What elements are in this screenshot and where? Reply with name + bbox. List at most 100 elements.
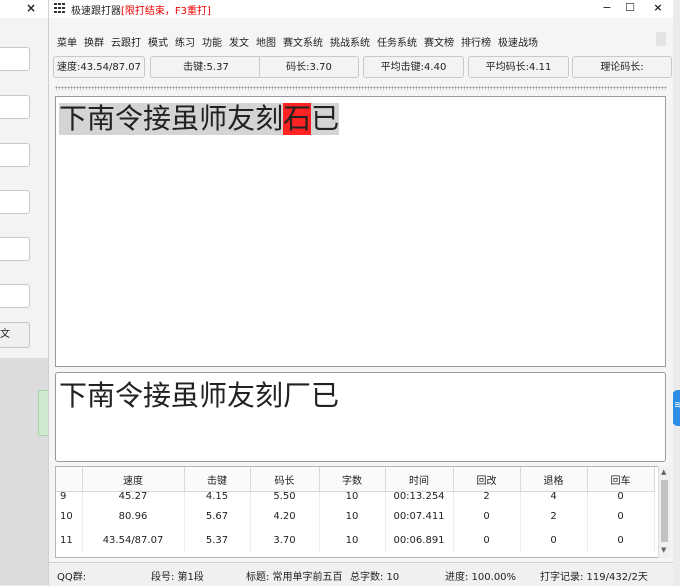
target-char: 刻 (255, 102, 284, 135)
scroll-thumb[interactable] (661, 480, 668, 542)
cell-speed: 80.96 (82, 504, 185, 528)
window-title-hint: [限打结束，F3重打] (121, 6, 211, 17)
cell-enter: 0 (587, 491, 655, 504)
target-char: 下 (59, 102, 88, 135)
stat-keystroke[interactable]: 击键:5.37 (150, 56, 262, 78)
cell-keystroke: 4.15 (184, 491, 251, 504)
cell-time: 00:06.891 (385, 528, 454, 552)
table-row[interactable]: 11 43.54/87.07 5.37 3.70 10 00:06.891 0 … (56, 528, 655, 552)
menu-item-functions[interactable]: 功能 (202, 38, 222, 49)
status-title: 标题: 常用单字前五百 (246, 572, 343, 583)
stat-theory-code-length[interactable]: 理论码长: (572, 56, 672, 78)
menu-item-race-ranking[interactable]: 赛文榜 (424, 38, 454, 49)
background-window: × 文 (0, 0, 49, 358)
cell-backspace: 2 (520, 504, 588, 528)
target-char: 接 (143, 102, 172, 135)
target-char-error: 石 (283, 102, 312, 135)
menu-item-task-system[interactable]: 任务系统 (377, 38, 417, 49)
target-text: 下南令接虽师友刻石已 (59, 102, 340, 135)
table-scrollbar[interactable]: ▲ ▼ (658, 466, 671, 558)
cell-keystroke: 5.67 (184, 504, 251, 528)
menu-item-send-text[interactable]: 发文 (229, 38, 249, 49)
status-progress: 进度: 100.00% (445, 572, 517, 583)
background-input-5[interactable] (0, 237, 30, 261)
menu-item-switch-group[interactable]: 换群 (84, 38, 104, 49)
table-row[interactable]: 10 80.96 5.67 4.20 10 00:07.411 0 2 0 (56, 504, 655, 528)
menu-item-mode[interactable]: 模式 (148, 38, 168, 49)
cell-index: 9 (56, 491, 83, 504)
status-record: 打字记录: 119/432/2天 (540, 572, 648, 583)
column-header-index[interactable] (56, 467, 83, 492)
typed-text[interactable]: 下南令接虽师友刻厂已 (59, 379, 339, 413)
side-floating-tab[interactable]: ≋ (672, 390, 680, 426)
menu-item-race-system[interactable]: 赛文系统 (283, 38, 323, 49)
column-header-time[interactable]: 时间 (385, 467, 454, 492)
stat-speed[interactable]: 速度:43.54/87.07 (53, 56, 145, 78)
background-input-6[interactable] (0, 284, 30, 308)
close-icon[interactable]: × (645, 0, 671, 16)
menu-item-cloud-follow[interactable]: 云跟打 (111, 38, 141, 49)
column-header-revisions[interactable]: 回改 (453, 467, 521, 492)
cell-char-count: 10 (319, 528, 386, 552)
cell-revisions: 0 (453, 504, 521, 528)
menu-item-speed-battle[interactable]: 极速战场 (498, 38, 538, 49)
wifi-icon: ≋ (674, 400, 680, 411)
status-bar: QQ群: 段号: 第1段 标题: 常用单字前五百 总字数: 10 进度: 100… (49, 562, 673, 586)
background-input-1[interactable] (0, 47, 30, 71)
typing-input-panel[interactable]: 下南令接虽师友刻厂已 (55, 372, 666, 462)
cell-revisions: 0 (453, 528, 521, 552)
cell-backspace: 0 (520, 528, 588, 552)
menu-scroll-handle[interactable] (656, 32, 666, 46)
cell-char-count: 10 (319, 504, 386, 528)
target-char: 令 (115, 102, 144, 135)
table-header-row: 速度 击键 码长 字数 时间 回改 退格 回车 (56, 467, 655, 492)
menu-item-practice[interactable]: 练习 (175, 38, 195, 49)
target-char: 已 (311, 102, 340, 135)
column-header-backspace[interactable]: 退格 (520, 467, 588, 492)
background-button[interactable]: 文 (0, 322, 30, 348)
background-input-3[interactable] (0, 143, 30, 167)
cell-code-length: 4.20 (250, 504, 320, 528)
cell-code-length: 3.70 (250, 528, 320, 552)
background-titlebar: × (0, 0, 48, 18)
typing-app-window: 极速跟打器[限打结束，F3重打] − ☐ × 菜单 换群 云跟打 模式 练习 功能 发文 地图… (48, 0, 673, 586)
cell-code-length: 5.50 (250, 491, 320, 504)
results-table: 速度 击键 码长 字数 时间 回改 退格 回车 9 45.27 4.15 5.5… (55, 466, 666, 558)
column-header-code-length[interactable]: 码长 (250, 467, 320, 492)
cell-index: 11 (56, 528, 83, 552)
stat-avg-keystroke[interactable]: 平均击键:4.40 (363, 56, 464, 78)
column-header-speed[interactable]: 速度 (82, 467, 185, 492)
window-title: 极速跟打器[限打结束，F3重打] (71, 2, 211, 17)
cell-char-count: 10 (319, 491, 386, 504)
column-header-keystroke[interactable]: 击键 (184, 467, 251, 492)
maximize-icon[interactable]: ☐ (617, 0, 643, 16)
cell-time: 00:07.411 (385, 504, 454, 528)
menu-item-menu[interactable]: 菜单 (57, 38, 77, 49)
cell-speed: 45.27 (82, 491, 185, 504)
table-row[interactable]: 9 45.27 4.15 5.50 10 00:13.254 2 4 0 (56, 491, 655, 504)
cell-revisions: 2 (453, 491, 521, 504)
background-input-4[interactable] (0, 190, 30, 214)
background-input-2[interactable] (0, 95, 30, 119)
cell-keystroke: 5.37 (184, 528, 251, 552)
status-char-count: 总字数: 10 (350, 572, 400, 583)
target-char: 南 (87, 102, 116, 135)
status-qq-group: QQ群: (57, 572, 87, 583)
scroll-up-icon[interactable]: ▲ (661, 468, 666, 476)
target-text-panel: 下南令接虽师友刻石已 (55, 96, 666, 367)
stat-avg-code-length[interactable]: 平均码长:4.11 (468, 56, 569, 78)
cell-backspace: 4 (520, 491, 588, 504)
stat-code-length[interactable]: 码长:3.70 (259, 56, 359, 78)
cell-enter: 0 (587, 504, 655, 528)
status-segment: 段号: 第1段 (151, 572, 204, 583)
target-char: 友 (227, 102, 256, 135)
title-bar: 极速跟打器[限打结束，F3重打] − ☐ × (49, 0, 673, 18)
background-close-icon[interactable]: × (26, 1, 36, 15)
column-header-enter[interactable]: 回车 (587, 467, 655, 492)
menu-item-challenge-system[interactable]: 挑战系统 (330, 38, 370, 49)
menu-item-map[interactable]: 地图 (256, 38, 276, 49)
scroll-down-icon[interactable]: ▼ (661, 546, 666, 554)
column-header-char-count[interactable]: 字数 (319, 467, 386, 492)
menu-item-leaderboard[interactable]: 排行榜 (461, 38, 491, 49)
dotted-divider (55, 86, 667, 90)
